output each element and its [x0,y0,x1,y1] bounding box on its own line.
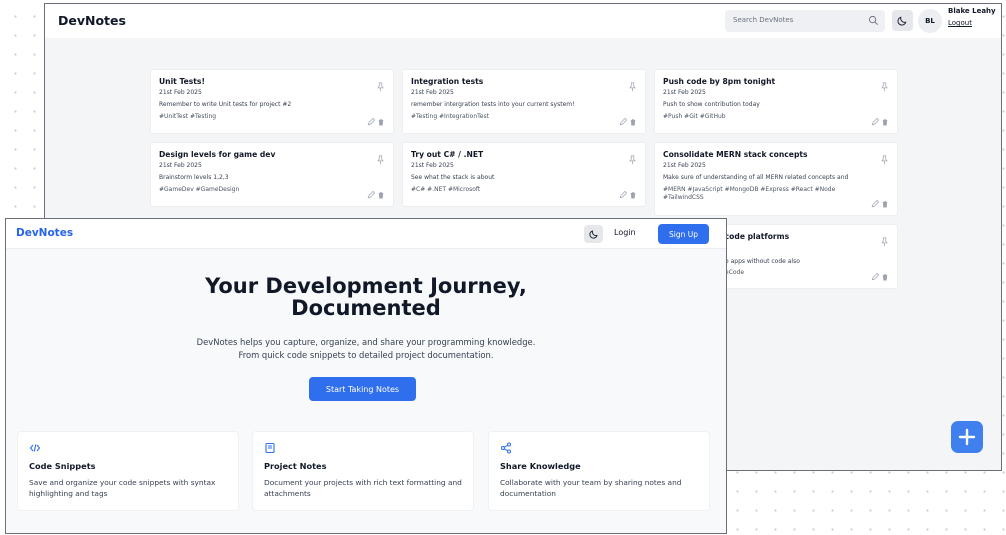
note-card[interactable]: Consolidate MERN stack concepts 21st Feb… [654,142,898,216]
feature-desc: Collaborate with your team by sharing no… [500,478,682,498]
login-button[interactable]: Login [614,228,636,237]
dashboard-logo[interactable]: DevNotes [58,13,126,28]
landing-header: DevNotes Login Sign Up [6,219,726,249]
trash-icon[interactable] [377,118,385,126]
note-body: Make sure of understanding of all MERN r… [663,174,849,181]
share-icon [501,442,511,454]
feature-title: Share Knowledge [500,461,581,471]
trash-icon[interactable] [629,118,637,126]
hero-line-1: Your Development Journey, [205,274,527,298]
note-date: 21st Feb 2025 [663,89,706,96]
feature-card-project-notes: Project Notes Document your projects wit… [252,431,474,511]
pin-icon[interactable] [880,155,889,165]
landing-window: DevNotes Login Sign Up Your Development … [5,218,727,534]
note-body: Push to show contribution today [663,101,760,108]
feature-desc: Document your projects with rich text fo… [264,478,462,498]
note-title: Integration tests [411,77,484,86]
note-card[interactable]: Push code by 8pm tonight 21st Feb 2025 P… [654,69,898,134]
edit-icon[interactable] [619,191,627,199]
trash-icon[interactable] [377,191,385,199]
pin-icon[interactable] [880,237,889,247]
note-card[interactable]: Unit Tests! 21st Feb 2025 Remember to wr… [150,69,394,134]
edit-icon[interactable] [871,200,879,208]
edit-icon[interactable] [619,118,627,126]
note-body: See what the stack is about [411,174,495,181]
subtitle-line-1: DevNotes helps you capture, organize, an… [196,337,536,347]
note-date: 21st Feb 2025 [159,162,202,169]
avatar[interactable]: BL [918,9,942,33]
note-body: Brainstorm levels 1,2,3 [159,174,229,181]
edit-icon[interactable] [871,118,879,126]
note-card[interactable]: Try out C# / .NET 21st Feb 2025 See what… [402,142,646,207]
note-date: 21st Feb 2025 [411,89,454,96]
theme-toggle-button[interactable] [584,225,603,243]
edit-icon[interactable] [367,118,375,126]
note-card[interactable]: Integration tests 21st Feb 2025 remember… [402,69,646,134]
moon-icon [588,230,598,239]
search-placeholder: Search DevNotes [733,16,794,24]
feature-card-code-snippets: Code Snippets Save and organize your cod… [17,431,239,511]
feature-title: Project Notes [264,461,327,471]
code-icon [29,444,41,452]
search-input[interactable]: Search DevNotes [725,10,885,32]
note-card[interactable]: Design levels for game dev 21st Feb 2025… [150,142,394,207]
subtitle-line-2: From quick code snippets to detailed pro… [238,350,494,360]
add-note-button[interactable] [951,421,983,453]
pin-icon[interactable] [376,82,385,92]
hero-line-2: Documented [291,296,441,320]
pin-icon[interactable] [376,155,385,165]
note-title: Unit Tests! [159,77,205,86]
theme-toggle-button[interactable] [892,10,913,31]
note-body: remember intergration tests into your cu… [411,101,575,108]
plus-icon [958,428,976,446]
hero-subtitle: DevNotes helps you capture, organize, an… [6,336,726,362]
pin-icon[interactable] [628,155,637,165]
hero-heading: Your Development Journey, Documented [6,275,726,319]
note-tags: #Push #Git #GitHub [663,113,726,120]
note-tags: #Testing #IntegrationTest [411,113,489,120]
notebook-icon [265,442,275,454]
pin-icon[interactable] [880,82,889,92]
start-taking-notes-button[interactable]: Start Taking Notes [309,377,416,401]
landing-logo[interactable]: DevNotes [16,227,73,239]
trash-icon[interactable] [629,191,637,199]
user-name: Blake Leahy [948,7,996,15]
note-title: Push code by 8pm tonight [663,77,776,86]
note-date: 21st Feb 2025 [663,162,706,169]
trash-icon[interactable] [881,200,889,208]
feature-card-share-knowledge: Share Knowledge Collaborate with your te… [488,431,710,511]
edit-icon[interactable] [367,191,375,199]
search-icon [868,15,878,25]
note-title: Consolidate MERN stack concepts [663,150,808,159]
note-tags: #C# #.NET #Microsoft [411,186,481,193]
note-title: Try out C# / .NET [411,150,484,159]
signup-button[interactable]: Sign Up [658,224,709,244]
moon-icon [897,16,907,26]
note-title: Design levels for game dev [159,150,276,159]
note-date: 21st Feb 2025 [159,89,202,96]
dashboard-header: DevNotes Search DevNotes BL Blake Leahy … [45,4,1001,38]
note-date: 21st Feb 2025 [411,162,454,169]
trash-icon[interactable] [881,273,889,281]
feature-desc: Save and organize your code snippets wit… [29,478,216,498]
note-tags: #GameDev #GameDesign [159,186,240,193]
pin-icon[interactable] [628,82,637,92]
logout-link[interactable]: Logout [948,19,972,27]
feature-title: Code Snippets [29,461,96,471]
trash-icon[interactable] [881,118,889,126]
note-tags: #MERN #JavaScript #MongoDB #Express #Rea… [663,186,836,201]
note-tags: #UnitTest #Testing [159,113,217,120]
edit-icon[interactable] [871,273,879,281]
note-body: Remember to write Unit tests for project… [159,101,292,108]
